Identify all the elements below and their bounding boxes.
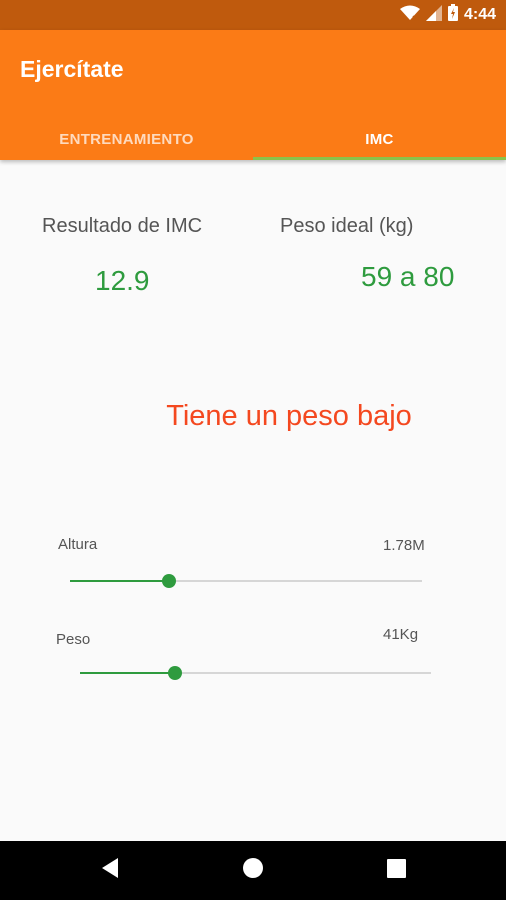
signal-icon	[425, 4, 442, 26]
recents-button[interactable]	[366, 841, 426, 900]
weight-slider-thumb[interactable]	[167, 666, 182, 680]
app-title: Ejercítate	[20, 56, 124, 82]
height-value: 1.78M	[383, 537, 425, 554]
height-slider[interactable]	[70, 574, 422, 588]
battery-icon	[447, 4, 458, 26]
app-bar: Ejercítate ENTRENAMIENTO IMC	[0, 30, 506, 160]
recents-icon	[386, 858, 406, 883]
wifi-icon	[399, 5, 420, 26]
weight-slider[interactable]	[80, 666, 431, 680]
weight-slider-fill	[80, 672, 175, 674]
status-bar: 4:44	[0, 0, 506, 30]
weight-label: Peso	[56, 631, 91, 648]
bmi-label: Resultado de IMC	[42, 215, 203, 237]
status-time: 4:44	[463, 6, 496, 23]
weight-status-message: Tiene un peso bajo	[166, 400, 412, 432]
height-label: Altura	[58, 536, 98, 553]
back-button[interactable]	[80, 841, 140, 900]
back-icon	[100, 857, 120, 884]
home-button[interactable]	[223, 841, 283, 900]
ideal-weight-value: 59 a 80	[361, 261, 455, 292]
height-slider-fill	[70, 580, 169, 582]
home-icon	[242, 857, 264, 884]
navigation-bar	[0, 841, 506, 900]
bmi-value: 12.9	[95, 265, 150, 296]
tab-imc[interactable]: IMC	[253, 120, 506, 160]
weight-value: 41Kg	[383, 626, 419, 643]
tab-entrenamiento[interactable]: ENTRENAMIENTO	[0, 120, 253, 160]
height-slider-thumb[interactable]	[161, 574, 176, 588]
ideal-weight-label: Peso ideal (kg)	[280, 215, 414, 237]
status-icons: 4:44	[399, 4, 496, 26]
tab-indicator	[253, 157, 506, 160]
